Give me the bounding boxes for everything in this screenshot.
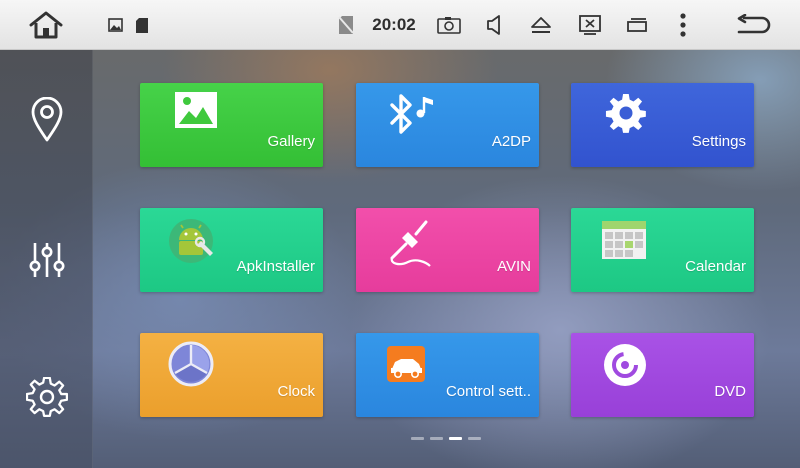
app-tile-a2dp[interactable]: A2DP bbox=[356, 83, 539, 167]
disc-icon bbox=[604, 344, 646, 386]
app-label: Control sett.. bbox=[445, 383, 531, 400]
image-icon bbox=[175, 92, 217, 128]
side-rail bbox=[0, 50, 93, 468]
window-icon bbox=[627, 18, 647, 32]
window-button[interactable] bbox=[624, 0, 650, 50]
page-dot[interactable] bbox=[411, 437, 424, 440]
android-icon bbox=[169, 219, 213, 263]
app-tile-clock[interactable]: Clock bbox=[140, 333, 323, 417]
app-label: AVIN bbox=[497, 258, 531, 275]
page-dot-current[interactable] bbox=[449, 437, 462, 440]
eject-button[interactable] bbox=[528, 0, 554, 50]
camera-button[interactable] bbox=[436, 0, 462, 50]
app-tile-settings[interactable]: Settings bbox=[571, 83, 754, 167]
volume-button[interactable] bbox=[483, 0, 507, 50]
app-tile-apkinstaller[interactable]: ApkInstaller bbox=[140, 208, 323, 292]
app-label: Calendar bbox=[685, 258, 746, 275]
sidebar-item-equalizer[interactable] bbox=[0, 235, 93, 285]
app-tile-avin[interactable]: AVIN bbox=[356, 208, 539, 292]
gear-icon bbox=[605, 93, 646, 133]
app-label: DVD bbox=[714, 383, 746, 400]
screen-off-button[interactable] bbox=[576, 0, 604, 50]
app-label: Settings bbox=[691, 133, 746, 150]
status-time: 20:02 bbox=[372, 15, 416, 34]
sidebar-item-settings[interactable] bbox=[0, 373, 93, 423]
app-label: A2DP bbox=[491, 133, 531, 150]
sd-card-icon bbox=[133, 0, 151, 50]
camera-icon bbox=[437, 17, 461, 34]
gear-icon bbox=[25, 377, 68, 418]
no-sim-icon bbox=[335, 0, 357, 50]
app-label: ApkInstaller bbox=[236, 258, 315, 275]
app-tile-calendar[interactable]: Calendar bbox=[571, 208, 754, 292]
bluetooth-music-icon bbox=[390, 94, 433, 134]
sidebar-item-navigation[interactable] bbox=[0, 95, 93, 145]
back-icon bbox=[737, 14, 771, 34]
home-icon bbox=[29, 11, 63, 39]
more-button[interactable] bbox=[672, 0, 694, 50]
app-tile-dvd[interactable]: DVD bbox=[571, 333, 754, 417]
more-icon bbox=[680, 13, 686, 37]
status-bar: 20:02 bbox=[0, 0, 800, 50]
location-pin-icon bbox=[31, 97, 62, 142]
page-indicator bbox=[411, 437, 481, 440]
app-tile-control-settings[interactable]: Control sett.. bbox=[356, 333, 539, 417]
gallery-notif-icon bbox=[106, 0, 124, 50]
eject-icon bbox=[531, 17, 551, 33]
screen-off-icon bbox=[579, 15, 601, 35]
app-tile-gallery[interactable]: Gallery bbox=[140, 83, 323, 167]
page-dot[interactable] bbox=[430, 437, 443, 440]
home-button[interactable] bbox=[24, 0, 68, 50]
page-dot[interactable] bbox=[468, 437, 481, 440]
car-icon bbox=[387, 346, 425, 382]
sliders-icon bbox=[29, 243, 64, 277]
app-label: Gallery bbox=[267, 133, 315, 150]
calendar-icon bbox=[602, 221, 646, 259]
clock-icon bbox=[168, 341, 214, 387]
volume-icon bbox=[487, 15, 500, 35]
app-label: Clock bbox=[277, 383, 315, 400]
av-cable-icon bbox=[390, 220, 431, 267]
back-button[interactable] bbox=[732, 0, 776, 50]
